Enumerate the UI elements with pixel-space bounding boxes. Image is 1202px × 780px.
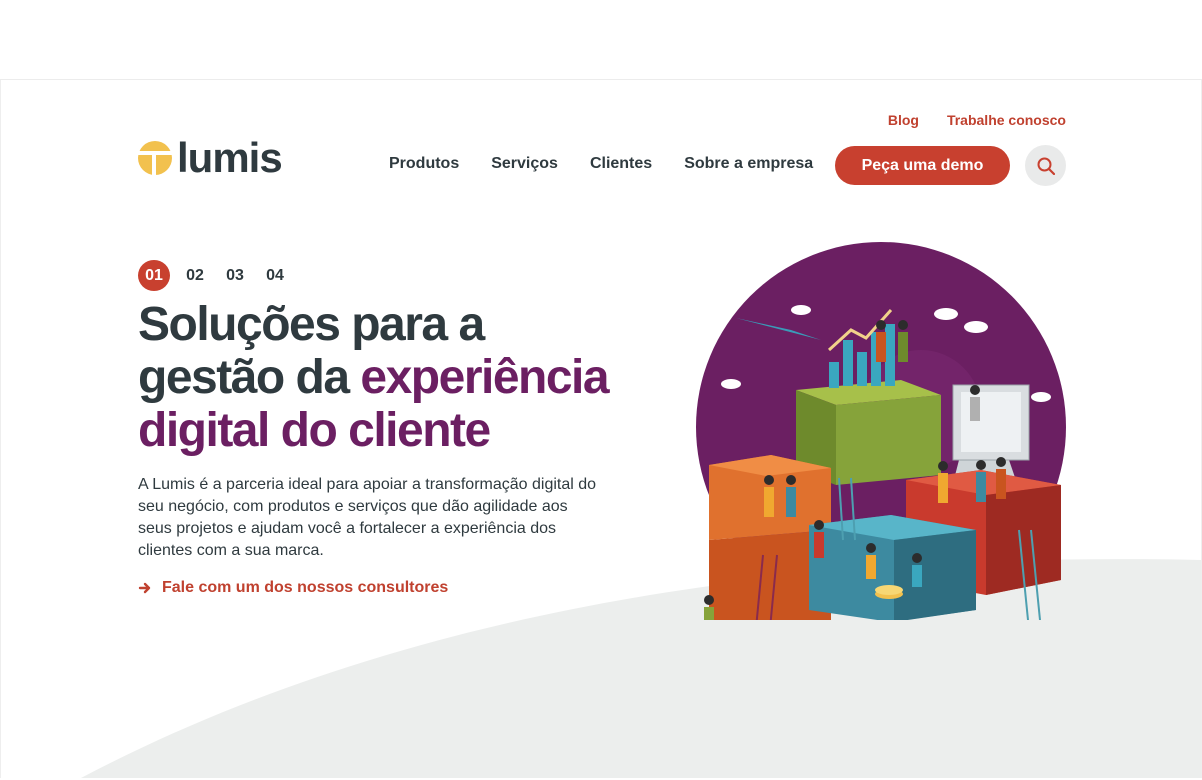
consultant-link-label: Fale com um dos nossos consultores — [162, 579, 449, 596]
lumis-logo-mark-icon — [137, 141, 173, 176]
page-frame: lumis Blog Trabalhe conosco Produtos Ser… — [0, 80, 1202, 778]
arrow-right-icon — [138, 582, 151, 594]
hero-illustration — [696, 242, 1066, 620]
search-icon — [1037, 157, 1055, 175]
pager-item-02[interactable]: 02 — [180, 260, 210, 291]
nav-item-servicos[interactable]: Serviços — [491, 155, 558, 173]
browser-top-strip — [0, 0, 1202, 80]
blog-link[interactable]: Blog — [888, 112, 919, 128]
careers-link[interactable]: Trabalhe conosco — [947, 112, 1066, 128]
hero-description: A Lumis é a parceria ideal para apoiar a… — [138, 476, 597, 559]
hero-headline: Soluções para a gestão da experiência di… — [138, 298, 618, 457]
logo-text: lumis — [177, 134, 283, 181]
search-button[interactable] — [1025, 145, 1066, 186]
nav-item-produtos[interactable]: Produtos — [389, 155, 459, 173]
nav-item-sobre[interactable]: Sobre a empresa — [684, 155, 813, 173]
lumis-logo[interactable]: lumis — [137, 134, 283, 181]
utility-links: Blog Trabalhe conosco — [888, 112, 1066, 128]
pager-item-04[interactable]: 04 — [260, 260, 290, 291]
consultant-link[interactable]: Fale com um dos nossos consultores — [138, 579, 448, 597]
pager-item-01[interactable]: 01 — [138, 260, 170, 291]
main-nav: Produtos Serviços Clientes Sobre a empre… — [389, 155, 813, 173]
slide-pager: 01 02 03 04 — [138, 260, 290, 291]
pager-item-03[interactable]: 03 — [220, 260, 250, 291]
nav-item-clientes[interactable]: Clientes — [590, 155, 652, 173]
request-demo-button[interactable]: Peça uma demo — [835, 146, 1010, 185]
